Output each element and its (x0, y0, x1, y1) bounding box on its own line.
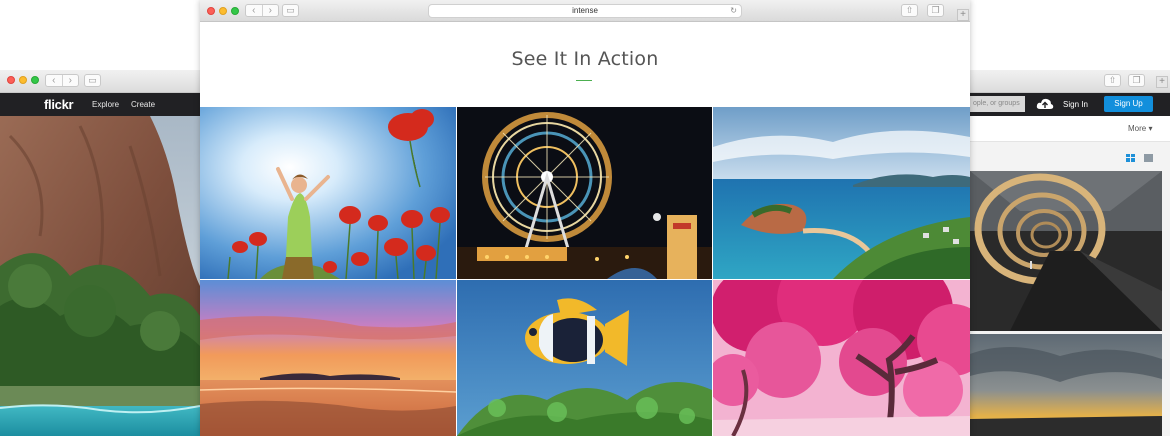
sign-up-button[interactable]: Sign Up (1104, 96, 1153, 112)
zoom-window-button[interactable] (31, 76, 39, 84)
layout-single-icon[interactable] (1144, 154, 1153, 162)
close-window-button[interactable] (7, 76, 15, 84)
ferris-wheel-photo (457, 107, 712, 279)
front-sidebar-icon[interactable]: ▭ (282, 4, 299, 17)
sidebar-icon[interactable]: ▭ (84, 74, 101, 87)
front-forward-chevron-icon[interactable]: › (263, 5, 279, 16)
flickr-filter-row: More ▾ (970, 116, 1170, 142)
image-gallery (200, 107, 970, 436)
front-minimize-window-button[interactable] (219, 7, 227, 15)
flickr-search-input[interactable]: ople, or groups (970, 96, 1025, 112)
front-zoom-window-button[interactable] (231, 7, 239, 15)
gallery-tile-clownfish[interactable] (457, 280, 712, 436)
spiral-tunnel-photo (970, 171, 1162, 331)
front-back-chevron-icon[interactable]: ‹ (246, 5, 263, 16)
gallery-tile-poppy-field[interactable] (200, 107, 456, 279)
poppy-field-photo (200, 107, 456, 279)
flickr-photo-stream: More ▾ (970, 116, 1170, 436)
heading-underline (576, 80, 592, 81)
gallery-tile-ferris-wheel[interactable] (457, 107, 712, 279)
nav-create[interactable]: Create (131, 100, 155, 109)
pink-tree-photo (713, 280, 970, 436)
new-tab-plus-icon[interactable]: + (1156, 76, 1168, 88)
screenshot-stage: ‹ › ▭ ⇧ ❐ + flickr Explore Create ople, … (0, 0, 1170, 436)
cloudy-sunset-photo (970, 334, 1162, 436)
forward-chevron-icon[interactable]: › (63, 75, 79, 86)
clownfish-photo (457, 280, 712, 436)
address-bar-url: intense (572, 6, 598, 15)
front-back-forward-buttons: ‹ › (245, 4, 279, 17)
gallery-tile-sunset-beach[interactable] (200, 280, 456, 436)
front-close-window-button[interactable] (207, 7, 215, 15)
minimize-window-button[interactable] (19, 76, 27, 84)
front-new-tab-plus-icon[interactable]: + (957, 9, 969, 21)
tabs-icon[interactable]: ❐ (1128, 74, 1145, 87)
reload-icon[interactable]: ↻ (730, 5, 737, 17)
cliff-landscape-photo (0, 116, 200, 436)
back-chevron-icon[interactable]: ‹ (46, 75, 63, 86)
front-share-icon[interactable]: ⇧ (901, 4, 918, 17)
front-browser-window: ‹ › ▭ intense ↻ ⇧ ❐ + See It In Action (200, 0, 970, 436)
nav-explore[interactable]: Explore (92, 100, 119, 109)
section-heading: See It In Action (511, 48, 659, 70)
share-icon[interactable]: ⇧ (1104, 74, 1121, 87)
more-menu-link[interactable]: More ▾ (1128, 124, 1152, 133)
back-forward-buttons: ‹ › (45, 74, 79, 87)
address-bar[interactable]: intense ↻ (428, 4, 742, 18)
island-coast-photo (713, 107, 970, 279)
flickr-logo[interactable]: flickr (44, 97, 74, 112)
sign-in-link[interactable]: Sign In (1063, 100, 1088, 109)
cloud-upload-icon[interactable] (1036, 97, 1054, 111)
gallery-tile-pink-tree[interactable] (713, 280, 970, 436)
layout-grid-icon[interactable] (1126, 154, 1135, 162)
front-browser-toolbar: ‹ › ▭ intense ↻ ⇧ ❐ + (200, 0, 970, 22)
sunset-beach-photo (200, 280, 456, 436)
gallery-tile-island-coast[interactable] (713, 107, 970, 279)
front-tabs-icon[interactable]: ❐ (927, 4, 944, 17)
